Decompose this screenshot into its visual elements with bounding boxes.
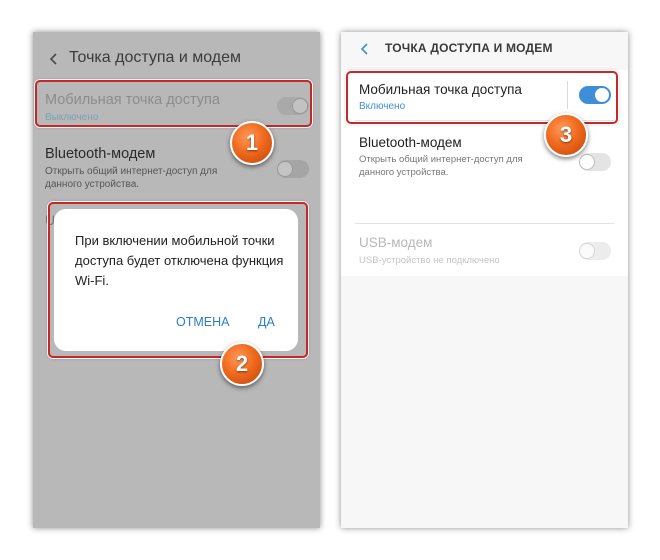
setting-description-line2: данного устройства. — [45, 179, 140, 190]
bluetooth-toggle[interactable] — [277, 160, 309, 178]
page-title: Точка доступа и модем — [69, 49, 242, 66]
setting-item-bluetooth-tethering[interactable]: Bluetooth-модем Открыть общий интернет-д… — [33, 140, 320, 196]
step-badge-1: 1 — [230, 121, 274, 165]
usb-toggle — [579, 242, 611, 260]
app-header: Точка доступа и модем — [33, 32, 320, 86]
back-arrow-icon[interactable] — [47, 52, 61, 66]
back-arrow-icon[interactable] — [359, 43, 371, 55]
setting-title: Bluetooth-модем — [359, 135, 462, 150]
bluetooth-toggle[interactable] — [579, 153, 611, 171]
setting-description-line2: данного устройства. — [359, 167, 449, 178]
setting-title: USB-модем — [359, 235, 433, 250]
highlight-frame-hotspot-left — [35, 80, 312, 127]
setting-description: Открыть общий интернет-доступ для — [359, 154, 523, 165]
setting-item-usb-tethering: USB-модем USB-устройство не подключено — [341, 224, 628, 276]
highlight-frame-dialog — [48, 202, 308, 358]
setting-title: Bluetooth-модем — [45, 146, 156, 162]
setting-description: USB-устройство не подключено — [359, 255, 500, 266]
setting-description: Открыть общий интернет-доступ для — [45, 166, 218, 177]
page-title: ТОЧКА ДОСТУПА И МОДЕМ — [385, 41, 553, 55]
step-badge-3: 3 — [544, 113, 588, 157]
step-badge-2: 2 — [220, 342, 264, 386]
